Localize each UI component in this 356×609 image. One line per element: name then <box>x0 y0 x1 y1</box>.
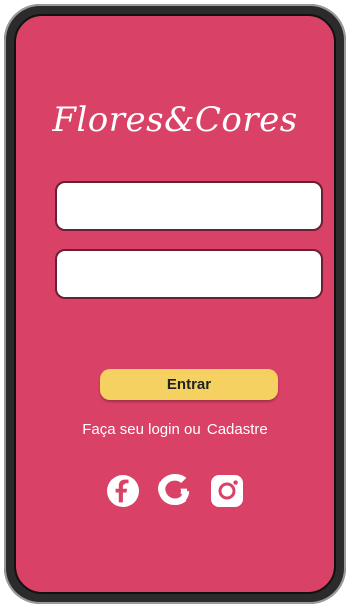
google-icon[interactable] <box>158 474 192 508</box>
username-input[interactable] <box>57 183 321 229</box>
login-text: Faça seu login ou <box>82 421 201 438</box>
instagram-icon[interactable] <box>210 474 244 508</box>
login-signup-line: Faça seu login ou Cadastre <box>16 421 334 438</box>
app-logo: Flores&Cores <box>52 100 298 140</box>
facebook-icon[interactable] <box>106 474 140 508</box>
phone-frame: Flores&Cores Entrar Faça seu login ou Ca… <box>4 4 346 604</box>
password-input[interactable] <box>57 251 321 297</box>
app-screen: Flores&Cores Entrar Faça seu login ou Ca… <box>14 14 336 594</box>
username-field-container <box>55 181 323 231</box>
social-icons <box>16 474 334 513</box>
signup-link[interactable]: Cadastre <box>207 421 268 438</box>
password-field-container <box>55 249 323 299</box>
login-button[interactable]: Entrar <box>100 369 278 400</box>
